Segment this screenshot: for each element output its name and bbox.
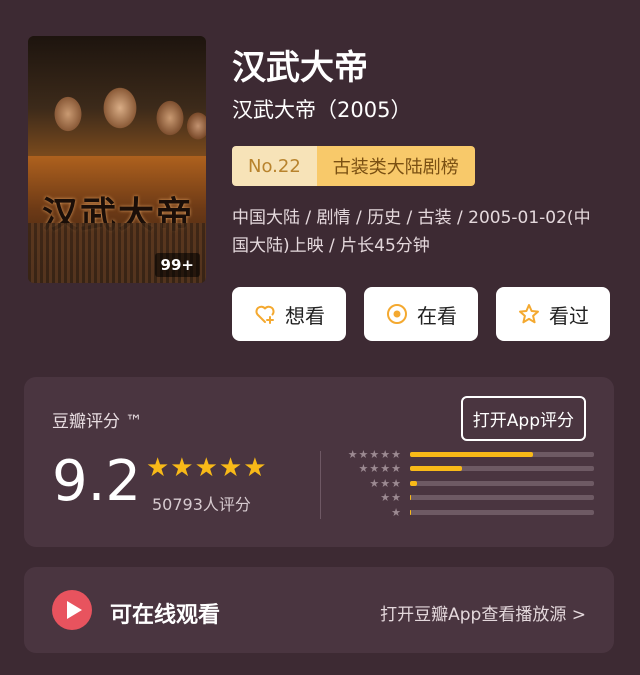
distribution-stars: ★★★ <box>369 476 402 490</box>
distribution-track <box>410 509 594 515</box>
movie-meta: 中国大陆 / 剧情 / 历史 / 古装 / 2005-01-02(中国大陆)上映… <box>232 208 591 256</box>
action-buttons: 想看 在看 看过 <box>232 287 610 341</box>
distribution-fill <box>410 495 411 501</box>
rating-stars: ★★★★★ <box>146 453 268 483</box>
distribution-row: ★★★★★ <box>344 447 594 462</box>
rating-score: 9.2 <box>52 449 142 514</box>
rating-distribution: ★★★★★ ★★★★ ★★★ ★★ ★ <box>344 447 594 520</box>
poster-count-badge: 99+ <box>154 253 200 277</box>
star-outline-icon <box>519 304 539 324</box>
rating-card: 豆瓣评分 ™ 打开App评分 9.2 ★★★★★ 50793人评分 ★★★★★ ★… <box>24 377 614 547</box>
distribution-fill <box>410 509 411 515</box>
rating-label: 豆瓣评分 ™ <box>52 412 143 432</box>
rank-category: 古装类大陆剧榜 <box>316 146 475 186</box>
online-watch-card[interactable]: 可在线观看 打开豆瓣App查看播放源 > <box>24 567 614 653</box>
rank-number: No.22 <box>232 146 317 186</box>
page-title: 汉武大帝 <box>232 48 368 88</box>
distribution-track <box>410 451 594 457</box>
distribution-fill <box>410 466 462 472</box>
target-icon <box>387 304 407 324</box>
online-watch-label: 可在线观看 <box>110 603 221 628</box>
movie-poster[interactable]: 汉武大帝 99+ <box>28 36 206 283</box>
watched-label: 看过 <box>549 303 589 328</box>
distribution-stars: ★★★★★ <box>347 447 402 461</box>
distribution-track <box>410 466 594 472</box>
want-button[interactable]: 想看 <box>232 287 346 341</box>
play-icon <box>52 590 92 630</box>
distribution-row: ★ <box>344 505 594 520</box>
open-app-rate-button[interactable]: 打开App评分 <box>460 396 586 441</box>
watching-label: 在看 <box>417 303 457 328</box>
distribution-row: ★★★★ <box>344 462 594 477</box>
distribution-fill <box>410 480 418 486</box>
distribution-stars: ★★★★ <box>358 462 402 476</box>
watching-button[interactable]: 在看 <box>364 287 478 341</box>
movie-subtitle: 汉武大帝（2005） <box>232 98 412 122</box>
rating-votes: 50793人评分 <box>152 495 251 514</box>
rating-divider <box>320 451 321 519</box>
distribution-track <box>410 495 594 501</box>
watched-button[interactable]: 看过 <box>496 287 610 341</box>
distribution-stars: ★★ <box>380 491 402 505</box>
distribution-row: ★★★ <box>344 476 594 491</box>
distribution-stars: ★ <box>391 505 402 519</box>
poster-cast-art <box>28 36 206 156</box>
rank-badge[interactable]: No.22 古装类大陆剧榜 <box>232 146 475 186</box>
heart-plus-icon <box>255 305 275 324</box>
distribution-track <box>410 480 594 486</box>
want-label: 想看 <box>285 303 325 328</box>
open-app-source-link[interactable]: 打开豆瓣App查看播放源 > <box>380 600 586 625</box>
distribution-row: ★★ <box>344 491 594 506</box>
distribution-fill <box>410 451 534 457</box>
